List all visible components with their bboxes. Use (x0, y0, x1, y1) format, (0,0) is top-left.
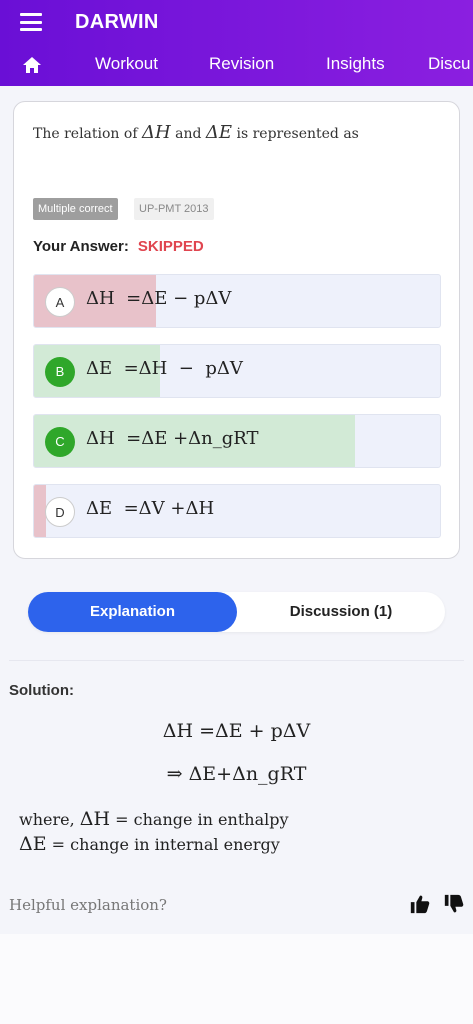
option-a-badge: A (45, 287, 75, 317)
solution-note-enthalpy: where, ΔH = change in enthalpy (19, 808, 289, 830)
solution-equation-1: ΔH =ΔE + pΔV (162, 720, 311, 742)
explanation-tabs: Explanation Discussion (1) (28, 592, 445, 632)
solution-label: Solution: (9, 682, 74, 699)
note-enthalpy-text: = change in enthalpy (110, 810, 289, 829)
helpful-explanation-label: Helpful explanation? (9, 896, 167, 914)
bottom-blank-area (0, 934, 473, 1024)
solution-equation-2: ⇒ ΔE+Δn_gRT (166, 763, 307, 785)
tab-explanation[interactable]: Explanation (28, 592, 237, 632)
option-c-badge: C (45, 427, 75, 457)
thumbs-down-icon[interactable] (443, 893, 465, 915)
solution-note-internal-energy: ΔE = change in internal energy (19, 833, 280, 855)
question-symbol-h: ΔH (141, 122, 171, 143)
divider (9, 660, 464, 661)
tab-revision[interactable]: Revision (209, 54, 274, 74)
question-text: The relation of ΔH and ΔE is represented… (33, 122, 359, 143)
option-b-text: ΔE =ΔH − pΔV (86, 358, 243, 379)
question-suffix: is represented as (232, 126, 359, 142)
nav-bar: Workout Revision Insights Discu (0, 47, 473, 83)
tab-insights[interactable]: Insights (326, 54, 385, 74)
option-d-text: ΔE =ΔV +ΔH (86, 498, 215, 519)
tab-workout[interactable]: Workout (95, 54, 158, 74)
note-prefix: where, (19, 810, 80, 829)
question-symbol-e: ΔE (205, 122, 233, 143)
question-mid: and (170, 126, 206, 142)
note-symbol-h: ΔH (79, 808, 111, 830)
option-b[interactable]: B ΔE =ΔH − pΔV (33, 344, 441, 398)
page: DARWIN Workout Revision Insights Discu T… (0, 0, 473, 1024)
option-d[interactable]: D ΔE =ΔV +ΔH (33, 484, 441, 538)
your-answer-label: Your Answer: (33, 238, 129, 255)
option-a[interactable]: A ΔH =ΔE − pΔV (33, 274, 441, 328)
menu-icon[interactable] (20, 13, 42, 31)
option-d-badge: D (45, 497, 75, 527)
note-symbol-e: ΔE (19, 833, 47, 855)
question-type-badge: Multiple correct (33, 198, 118, 220)
note-internal-energy-text: = change in internal energy (46, 835, 280, 854)
question-prefix: The relation of (33, 126, 142, 142)
app-title: DARWIN (75, 11, 159, 33)
option-c[interactable]: C ΔH =ΔE +Δn_gRT (33, 414, 441, 468)
app-header: DARWIN Workout Revision Insights Discu (0, 0, 473, 86)
tab-discussions[interactable]: Discu (428, 54, 471, 74)
home-icon[interactable] (22, 55, 42, 75)
exam-source-badge: UP-PMT 2013 (134, 198, 214, 220)
option-b-badge: B (45, 357, 75, 387)
your-answer-status: SKIPPED (137, 238, 204, 255)
your-answer-row: Your Answer: SKIPPED (33, 238, 204, 255)
thumbs-up-icon[interactable] (409, 893, 431, 915)
tab-discussion[interactable]: Discussion (1) (237, 592, 445, 632)
question-card: The relation of ΔH and ΔE is represented… (13, 101, 460, 559)
option-c-text: ΔH =ΔE +Δn_gRT (86, 428, 259, 449)
option-a-text: ΔH =ΔE − pΔV (86, 288, 232, 309)
